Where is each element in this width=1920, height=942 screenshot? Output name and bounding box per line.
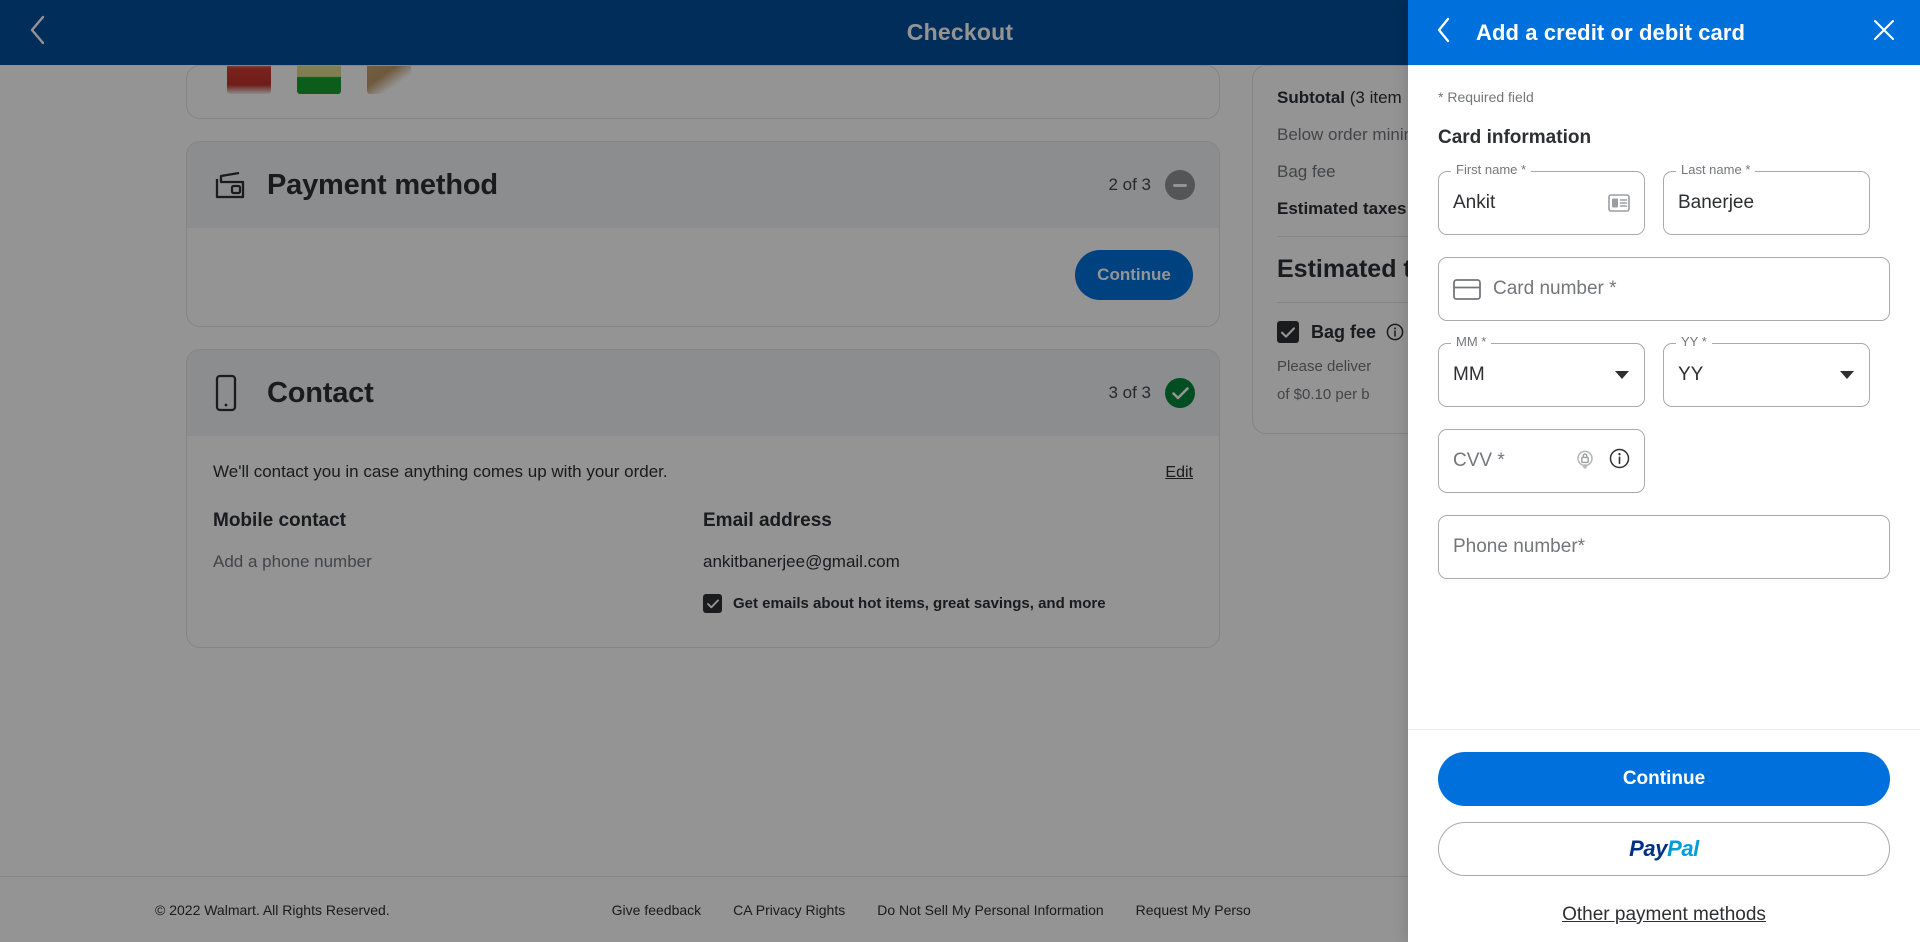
card-number-placeholder: Card number * [1493, 278, 1617, 300]
panel-footer: Continue PayPal Other payment methods [1408, 729, 1920, 942]
mobile-contact-column: Mobile contact Add a phone number [213, 510, 703, 613]
phone-number-placeholder: Phone number* [1453, 536, 1585, 558]
back-button[interactable] [16, 10, 60, 54]
info-icon[interactable] [1609, 448, 1630, 474]
add-card-panel: Add a credit or debit card * Required fi… [1408, 0, 1920, 942]
cvv-placeholder: CVV * [1453, 450, 1505, 472]
panel-back-button[interactable] [1436, 17, 1462, 48]
payment-method-title: Payment method [267, 169, 498, 202]
required-field-note: * Required field [1438, 89, 1890, 105]
email-optin-label: Get emails about hot items, great saving… [733, 595, 1106, 612]
item-thumbnail [227, 65, 271, 94]
first-name-field[interactable]: First name * Ankit [1438, 171, 1645, 235]
panel-continue-button[interactable]: Continue [1438, 752, 1890, 806]
paypal-logo: PayPal [1629, 836, 1699, 862]
expiry-year-select[interactable]: YY * YY [1663, 343, 1870, 407]
card-information-title: Card information [1438, 127, 1890, 149]
minus-circle-icon[interactable] [1165, 170, 1195, 200]
first-name-legend: First name * [1451, 163, 1531, 176]
contact-title: Contact [267, 377, 374, 410]
email-optin-checkbox[interactable] [703, 594, 722, 613]
mobile-contact-label: Mobile contact [213, 510, 703, 532]
chevron-down-icon[interactable] [1839, 370, 1855, 380]
order-items-card [186, 65, 1220, 119]
contact-body: We'll contact you in case anything comes… [187, 436, 1219, 647]
close-icon [1872, 18, 1896, 47]
expiry-month-legend: MM * [1451, 335, 1491, 348]
contact-step: 3 of 3 [1108, 383, 1151, 403]
summary-subtotal-items: (3 item [1350, 88, 1402, 107]
page-footer: © 2022 Walmart. All Rights Reserved. Giv… [0, 876, 1408, 942]
checkout-page: Payment method 2 of 3 Continue [0, 0, 1920, 942]
paypal-button[interactable]: PayPal [1438, 822, 1890, 876]
summary-estimated-taxes-label: Estimated taxes [1277, 199, 1406, 219]
footer-link-do-not-sell[interactable]: Do Not Sell My Personal Information [877, 902, 1103, 918]
panel-close-button[interactable] [1872, 18, 1898, 47]
contact-section: Contact 3 of 3 We'll contact you in case… [186, 349, 1220, 648]
cvv-field-row: CVV * [1438, 429, 1890, 493]
paypal-logo-pay: Pay [1629, 836, 1667, 861]
footer-copyright: © 2022 Walmart. All Rights Reserved. [155, 902, 390, 918]
expiry-year-value: YY [1678, 364, 1703, 386]
contact-header[interactable]: Contact 3 of 3 [187, 350, 1219, 436]
expiry-month-select[interactable]: MM * MM [1438, 343, 1645, 407]
footer-link-request-my-personal-info[interactable]: Request My Perso [1136, 902, 1251, 918]
panel-title: Add a credit or debit card [1476, 20, 1745, 46]
chevron-left-icon [1436, 17, 1452, 48]
chevron-down-icon[interactable] [1614, 370, 1630, 380]
footer-link-give-feedback[interactable]: Give feedback [612, 902, 702, 918]
expiry-year-legend: YY * [1676, 335, 1712, 348]
check-circle-icon [1165, 378, 1195, 408]
chevron-left-icon [29, 15, 47, 50]
other-payment-methods-link[interactable]: Other payment methods [1438, 904, 1890, 926]
email-address-label: Email address [703, 510, 1193, 532]
payment-method-body: Continue [187, 228, 1219, 326]
email-address-column: Email address ankitbanerjee@gmail.com Ge… [703, 510, 1193, 613]
phone-number-field[interactable]: Phone number* [1438, 515, 1890, 579]
email-optin-row[interactable]: Get emails about hot items, great saving… [703, 594, 1193, 613]
footer-link-ca-privacy-rights[interactable]: CA Privacy Rights [733, 902, 845, 918]
item-thumbnail [367, 65, 411, 94]
panel-body: * Required field Card information First … [1408, 65, 1920, 729]
contact-lead-text: We'll contact you in case anything comes… [213, 462, 668, 482]
page-content: Payment method 2 of 3 Continue [0, 65, 1408, 942]
summary-subtotal-label: Subtotal [1277, 88, 1345, 107]
expiry-month-value: MM [1453, 364, 1485, 386]
summary-below-minimum-label: Below order minim [1277, 125, 1418, 145]
info-icon[interactable] [1386, 323, 1404, 341]
mobile-phone-icon [213, 374, 257, 412]
wallet-icon [213, 170, 257, 200]
last-name-field[interactable]: Last name * Banerjee [1663, 171, 1870, 235]
bag-fee-toggle-label: Bag fee [1311, 322, 1376, 343]
bag-fee-checkbox[interactable] [1277, 321, 1299, 343]
contact-card-icon[interactable] [1608, 194, 1630, 212]
item-thumbnails [227, 65, 411, 94]
email-address-value: ankitbanerjee@gmail.com [703, 552, 1193, 572]
payment-continue-button[interactable]: Continue [1075, 250, 1193, 300]
card-number-field[interactable]: Card number * [1438, 257, 1890, 321]
paypal-logo-pal: Pal [1667, 836, 1699, 861]
item-thumbnail [297, 65, 341, 94]
first-name-value: Ankit [1453, 192, 1495, 214]
last-name-legend: Last name * [1676, 163, 1755, 176]
expiry-field-row: MM * MM YY * YY [1438, 343, 1890, 407]
payment-method-step: 2 of 3 [1108, 175, 1151, 195]
footer-links: Give feedback CA Privacy Rights Do Not S… [612, 902, 1251, 918]
panel-header: Add a credit or debit card [1408, 0, 1920, 65]
contact-edit-link[interactable]: Edit [1165, 464, 1193, 482]
main-column: Payment method 2 of 3 Continue [186, 65, 1220, 648]
credit-card-icon [1453, 279, 1481, 300]
cvv-field[interactable]: CVV * [1438, 429, 1645, 493]
last-name-value: Banerjee [1678, 192, 1754, 214]
payment-method-section: Payment method 2 of 3 Continue [186, 141, 1220, 327]
summary-bag-fee-label: Bag fee [1277, 162, 1336, 182]
mobile-contact-value[interactable]: Add a phone number [213, 552, 703, 572]
payment-method-header[interactable]: Payment method 2 of 3 [187, 142, 1219, 228]
name-field-row: First name * Ankit Last name * Banerjee [1438, 171, 1890, 235]
lock-shield-icon [1575, 449, 1595, 474]
